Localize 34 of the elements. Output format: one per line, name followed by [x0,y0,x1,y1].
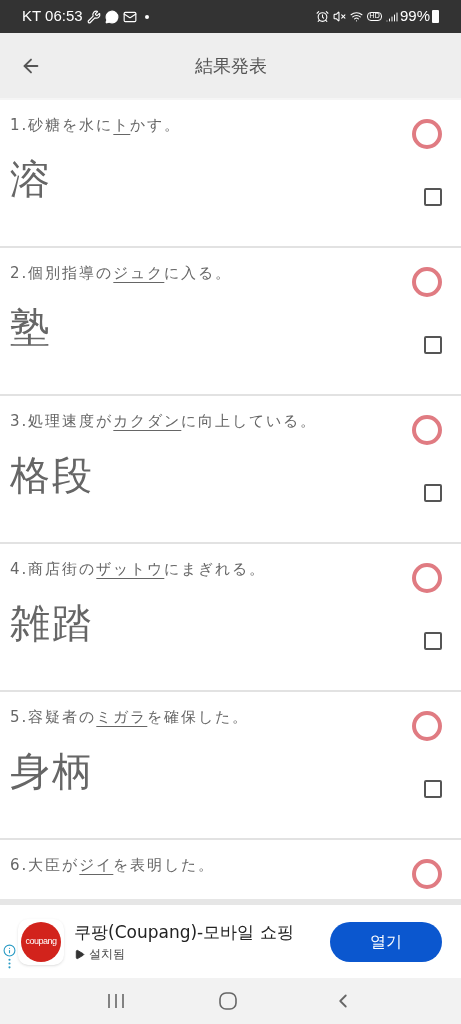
logo-text: coupang [21,921,61,962]
answer-kanji: 身柄 [10,750,94,791]
answer-kanji: 格段 [10,454,94,495]
alarm-icon [316,10,330,23]
question-text: 2.個別指導の ジュク に入る。 [10,263,234,284]
question-text: 4.商店街のザットウ にまぎれる。 [10,559,268,580]
play-store-icon [74,948,85,960]
info-icon[interactable] [2,943,16,957]
answer-kanji: 雑踏 [10,602,94,643]
answer-kanji: 塾 [10,306,52,347]
wifi-icon [350,10,364,23]
page-title: 結果発表 [194,54,267,78]
mute-icon [333,10,347,23]
ad-title: 쿠팡(Coupang)-모바일 쇼핑 [74,920,294,944]
question-text: 3.処理速度がカクダン に向上している。 [10,411,319,432]
battery-level: 99% [399,6,430,27]
install-status: 설치됨 [89,946,125,964]
home-icon[interactable] [218,991,239,1011]
wrench-icon [86,9,101,24]
checkbox[interactable] [424,336,442,354]
checkbox[interactable] [424,188,442,206]
question-text: 5.容疑者の ミガラ を確保した。 [10,707,251,728]
carrier-time: KT 06:53 [22,6,83,27]
chat-icon [104,9,119,24]
open-button[interactable]: 열기 [330,921,442,962]
checkbox[interactable] [424,484,442,502]
question-text: 1.砂糖を水に ト かす。 [10,115,183,136]
question-text: 6.大臣が ジイ を表明した。 [10,855,217,876]
checkbox[interactable] [424,632,442,650]
answer-kanji: 溶 [10,158,52,199]
mail-icon [122,9,137,24]
recent-apps-icon[interactable] [106,993,125,1009]
battery-icon [432,10,439,23]
checkbox[interactable] [424,780,442,798]
